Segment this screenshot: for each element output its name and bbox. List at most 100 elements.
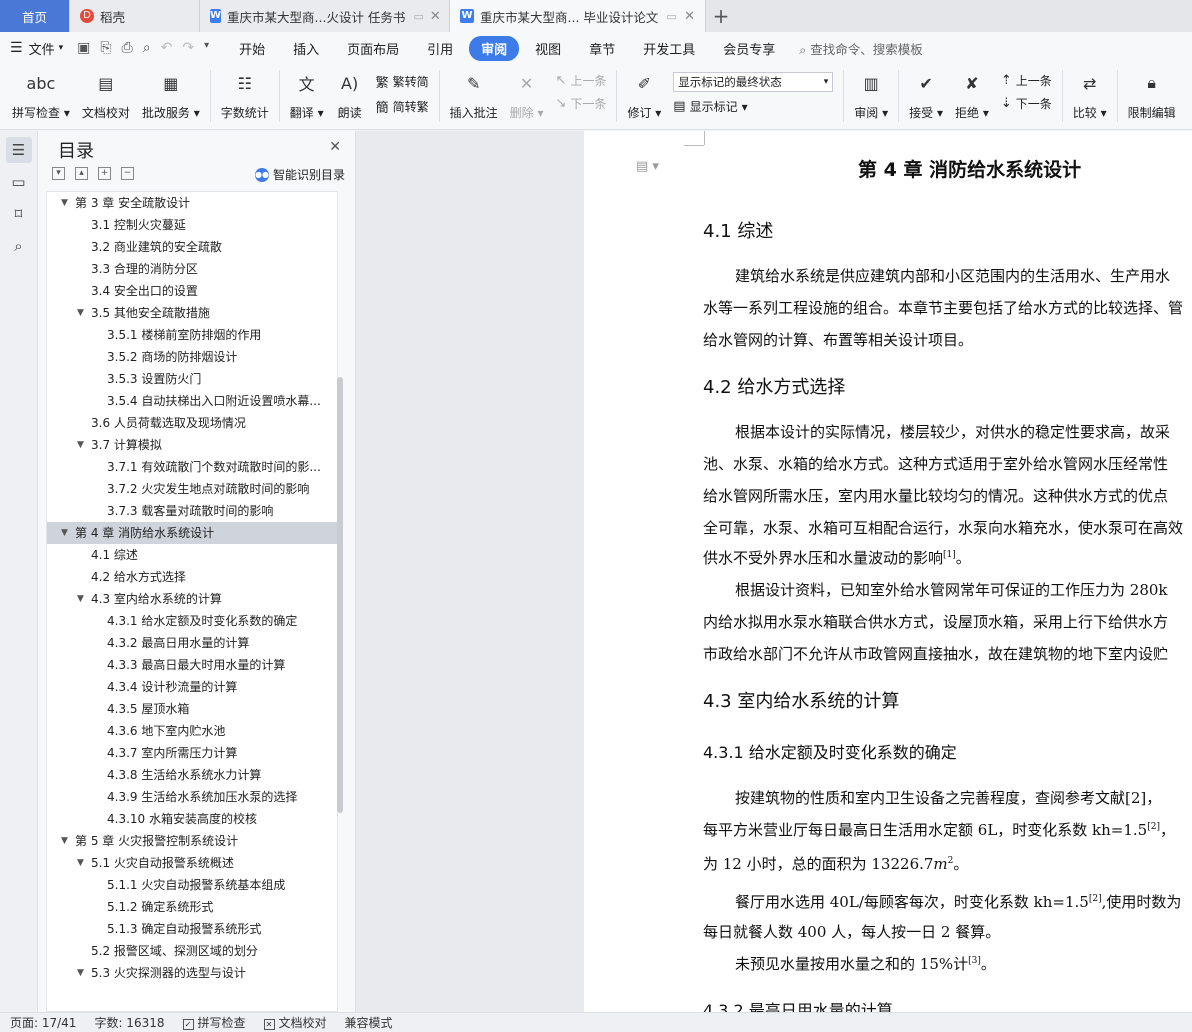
batch-service-button[interactable]: ▦ 批改服务 ▾ <box>136 64 206 121</box>
to-traditional-button[interactable]: 繁繁转简 <box>376 72 429 91</box>
toc-item[interactable]: 4.3.3 最高日最大时用水量的计算 <box>47 654 337 676</box>
insert-comment-button[interactable]: ✎ 插入批注 <box>444 64 504 121</box>
spell-check-toggle[interactable]: ✓ 拼写检查 <box>182 1014 246 1031</box>
tab-reference[interactable]: 引用 <box>415 36 465 61</box>
toc-item[interactable]: 4.3.2 最高日用水量的计算 <box>47 632 337 654</box>
tab-home[interactable]: 首页 <box>0 0 70 32</box>
markup-state-select[interactable]: 显示标记的最终状态 ▾ <box>673 72 834 92</box>
toc-item[interactable]: 3.7.3 载客量对疏散时间的影响 <box>47 500 337 522</box>
toc-item[interactable]: 4.3.6 地下室内贮水池 <box>47 720 337 742</box>
toc-item[interactable]: 4.3.5 屋顶水箱 <box>47 698 337 720</box>
word-count[interactable]: 字数: 16318 <box>94 1014 164 1031</box>
tab-developer[interactable]: 开发工具 <box>631 36 707 61</box>
save-icon[interactable]: ▣ <box>77 40 90 56</box>
tab-insert[interactable]: 插入 <box>281 36 331 61</box>
toc-item[interactable]: ▼ 第 3 章 安全疏散设计 <box>47 192 337 214</box>
prev-change-button[interactable]: ⇡ 上一条 <box>1001 72 1052 89</box>
close-icon[interactable]: ✕ <box>424 9 441 24</box>
to-simplified-button[interactable]: 簡简转繁 <box>376 97 429 116</box>
tab-document-task[interactable]: W 重庆市某大型商...火设计 任务书 ▭ ✕ <box>200 0 450 32</box>
toc-item[interactable]: 5.1.3 确定自动报警系统形式 <box>47 918 337 940</box>
toc-item[interactable]: ▼ 3.5 其他安全疏散措施 <box>47 302 337 324</box>
toc-item[interactable]: 4.3.9 生活给水系统加压水泵的选择 <box>47 786 337 808</box>
toc-item[interactable]: 3.1 控制火灾蔓延 <box>47 214 337 236</box>
command-search[interactable]: ⌕ 查找命令、搜索模板 <box>799 39 923 58</box>
toc-item[interactable]: 3.6 人员荷载选取及现场情况 <box>47 412 337 434</box>
toc-item[interactable]: ▼ 3.7 计算模拟 <box>47 434 337 456</box>
new-tab-button[interactable]: + <box>706 0 736 32</box>
compare-button[interactable]: ⇄ 比较 ▾ <box>1067 64 1113 121</box>
word-count-button[interactable]: ☷ 字数统计 <box>215 64 275 121</box>
add-level-icon[interactable]: + <box>98 167 111 180</box>
toc-item[interactable]: ▼ 5.1 火灾自动报警系统概述 <box>47 852 337 874</box>
toc-item[interactable]: 3.3 合理的消防分区 <box>47 258 337 280</box>
toc-item[interactable]: 4.1 综述 <box>47 544 337 566</box>
tab-daoke[interactable]: D 稻壳 <box>70 0 200 32</box>
toc-item[interactable]: 3.5.2 商场的防排烟设计 <box>47 346 337 368</box>
export-icon[interactable]: ⎘ <box>100 40 111 56</box>
toc-item[interactable]: 4.2 给水方式选择 <box>47 566 337 588</box>
close-icon[interactable]: ✕ <box>329 139 341 155</box>
toc-item[interactable]: 5.1.2 确定系统形式 <box>47 896 337 918</box>
print-icon[interactable]: ⎙ <box>122 40 133 56</box>
tab-member[interactable]: 会员专享 <box>711 36 787 61</box>
toc-item[interactable]: 3.2 商业建筑的安全疏散 <box>47 236 337 258</box>
chapter-nav-icon[interactable]: ▭ <box>6 169 32 195</box>
expand-arrow-icon[interactable]: ▼ <box>77 852 84 874</box>
toc-item[interactable]: 5.2 报警区域、探测区域的划分 <box>47 940 337 962</box>
toc-item[interactable]: 4.3.8 生活给水系统水力计算 <box>47 764 337 786</box>
redo-icon[interactable]: ↷ <box>182 40 194 56</box>
toc-item[interactable]: 3.7.2 火灾发生地点对疏散时间的影响 <box>47 478 337 500</box>
review-pane-button[interactable]: ▥ 审阅 ▾ <box>848 64 894 121</box>
spell-check-button[interactable]: abc 拼写检查 ▾ <box>6 64 76 121</box>
toc-item[interactable]: 3.7.1 有效疏散门个数对疏散时间的影... <box>47 456 337 478</box>
next-comment-button[interactable]: ↘ 下一条 <box>556 95 607 112</box>
collapse-all-icon[interactable]: ▾ <box>52 167 65 180</box>
toc-item[interactable]: 5.1.1 火灾自动报警系统基本组成 <box>47 874 337 896</box>
expand-arrow-icon[interactable]: ▼ <box>77 434 84 456</box>
close-icon[interactable]: ✕ <box>678 9 695 24</box>
toc-icon[interactable]: ☰ <box>5 137 32 163</box>
show-markup-button[interactable]: ▤ 显示标记 ▾ <box>673 98 833 115</box>
tab-layout[interactable]: 页面布局 <box>335 36 411 61</box>
expand-all-icon[interactable]: ▴ <box>75 167 88 180</box>
toc-item[interactable]: 4.3.10 水箱安装高度的校核 <box>47 808 337 830</box>
bookmark-icon[interactable]: ⌑ <box>6 201 32 227</box>
accept-button[interactable]: ✔ 接受 ▾ <box>903 64 949 121</box>
page-indicator[interactable]: 页面: 17/41 <box>10 1014 76 1031</box>
toc-item[interactable]: 3.5.3 设置防火门 <box>47 368 337 390</box>
expand-arrow-icon[interactable]: ▼ <box>77 302 84 324</box>
toc-scrollbar[interactable] <box>337 377 343 813</box>
expand-arrow-icon[interactable]: ▼ <box>61 192 68 214</box>
search-icon[interactable]: ⌕ <box>6 233 32 259</box>
expand-arrow-icon[interactable]: ▼ <box>61 522 68 544</box>
toc-item[interactable]: 4.3.4 设计秒流量的计算 <box>47 676 337 698</box>
smart-toc-button[interactable]: ●● 智能识别目录 <box>254 166 345 183</box>
toc-item[interactable]: ▼ 5.3 火灾探测器的选型与设计 <box>47 962 337 984</box>
file-menu[interactable]: ☰ 文件 ▾ <box>10 39 63 58</box>
toc-item[interactable]: ▼ 第 4 章 消防给水系统设计 <box>47 522 337 544</box>
undo-icon[interactable]: ↶ <box>161 40 173 56</box>
proofread-button[interactable]: ▤ 文档校对 <box>76 64 136 121</box>
next-change-button[interactable]: ⇣ 下一条 <box>1001 95 1052 112</box>
document-menu-icon[interactable]: ▤ ▾ <box>636 159 659 174</box>
read-aloud-button[interactable]: A) 朗读 <box>330 64 370 121</box>
tab-document-thesis[interactable]: W 重庆市某大型商... 毕业设计论文 ▭ ✕ <box>450 0 706 32</box>
tab-review[interactable]: 审阅 <box>469 35 520 61</box>
expand-arrow-icon[interactable]: ▼ <box>61 830 68 852</box>
preview-icon[interactable]: ⌕ <box>143 40 151 56</box>
toc-item[interactable]: 4.3.7 室内所需压力计算 <box>47 742 337 764</box>
toc-item[interactable]: ▼ 第 5 章 火灾报警控制系统设计 <box>47 830 337 852</box>
toc-item[interactable]: ▼ 4.3 室内给水系统的计算 <box>47 588 337 610</box>
remove-level-icon[interactable]: − <box>121 167 134 180</box>
toc-item[interactable]: 3.5.4 自动扶梯出入口附近设置喷水幕... <box>47 390 337 412</box>
toc-item[interactable]: 3.4 安全出口的设置 <box>47 280 337 302</box>
track-changes-button[interactable]: ✐ 修订 ▾ <box>621 64 667 121</box>
translate-button[interactable]: 文翻译 ▾ <box>284 64 330 121</box>
restrict-editing-button[interactable]: 🔒︎ 限制编辑 <box>1122 64 1182 121</box>
expand-arrow-icon[interactable]: ▼ <box>77 588 84 610</box>
delete-comment-button[interactable]: ✕ 删除 ▾ <box>504 64 550 121</box>
tab-chapter[interactable]: 章节 <box>577 36 627 61</box>
toc-item[interactable]: 3.5.1 楼梯前室防排烟的作用 <box>47 324 337 346</box>
tab-start[interactable]: 开始 <box>227 36 277 61</box>
